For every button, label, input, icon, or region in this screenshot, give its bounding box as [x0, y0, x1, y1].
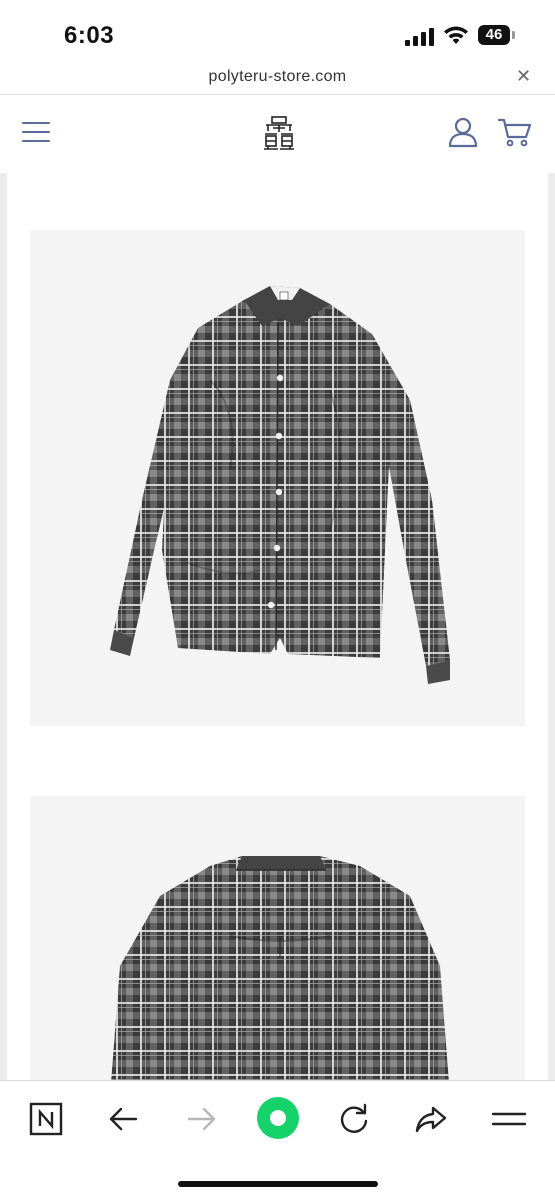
product-gallery [0, 173, 555, 1080]
status-time: 6:03 [64, 22, 115, 49]
page-edge [548, 173, 555, 1080]
signal-icon [405, 28, 434, 46]
page-edge [0, 173, 7, 1080]
battery-icon: 46 [478, 25, 516, 47]
url-text[interactable]: polyteru-store.com [0, 68, 555, 86]
product-image-back[interactable] [30, 796, 525, 1080]
home-indicator[interactable] [178, 1181, 378, 1187]
logo-icon[interactable] [263, 116, 295, 150]
menu-lines-icon[interactable] [487, 1097, 531, 1141]
back-arrow-icon[interactable] [102, 1097, 146, 1141]
naver-icon[interactable] [24, 1097, 68, 1141]
wifi-icon [444, 26, 468, 44]
share-icon[interactable] [409, 1097, 453, 1141]
battery-level: 46 [485, 26, 503, 43]
refresh-icon[interactable] [332, 1097, 376, 1141]
shirt-front-image [110, 286, 450, 684]
status-bar: 6:03 46 [0, 0, 555, 64]
product-image-front[interactable] [30, 230, 525, 726]
menu-icon[interactable] [22, 122, 50, 144]
site-header [0, 95, 555, 173]
browser-toolbar [0, 1080, 555, 1201]
shirt-back-image [111, 856, 449, 1080]
close-icon[interactable]: ✕ [516, 66, 531, 87]
home-green-icon[interactable] [253, 1093, 303, 1143]
url-bar[interactable]: polyteru-store.com ✕ [0, 64, 555, 95]
forward-arrow-icon[interactable] [179, 1097, 223, 1141]
cart-icon[interactable] [497, 116, 533, 148]
user-icon[interactable] [447, 116, 479, 148]
